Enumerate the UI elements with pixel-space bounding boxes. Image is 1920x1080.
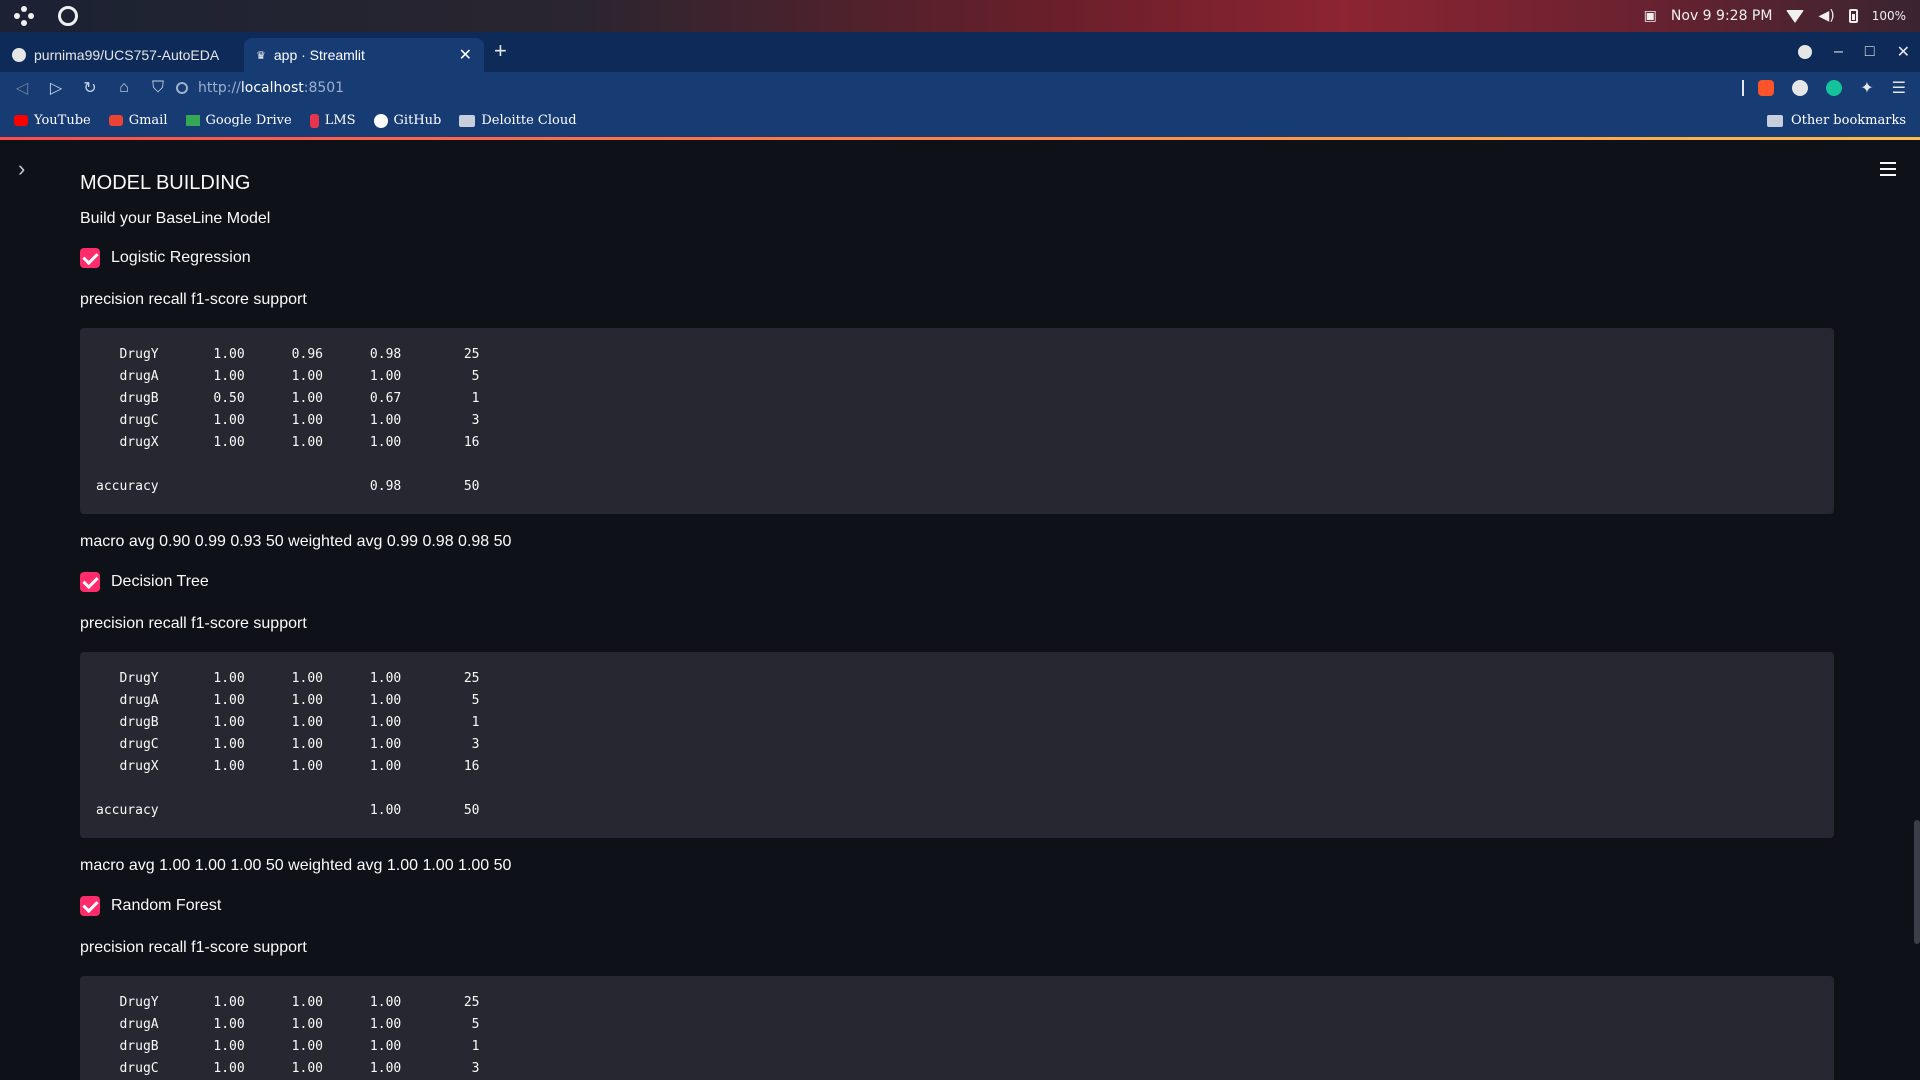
report-header: precision recall f1-score support — [80, 291, 307, 308]
screen-share-icon[interactable]: ▣ — [1644, 8, 1657, 24]
minimize-button[interactable]: – — [1834, 43, 1843, 61]
checkbox-label: Logistic Regression — [111, 249, 251, 266]
checkbox-label: Random Forest — [111, 897, 222, 914]
bookmark-label: LMS — [324, 113, 356, 128]
tab-label: purnima99/UCS757-AutoEDA — [34, 47, 220, 63]
activities-icon[interactable] — [58, 6, 78, 26]
github-icon — [12, 48, 26, 62]
checkbox-logistic-regression[interactable]: Logistic Regression — [80, 248, 251, 268]
classification-report: DrugY 1.00 1.00 1.00 25 drugA 1.00 1.00 … — [119, 995, 480, 1076]
bookmark-youtube[interactable]: YouTube — [14, 113, 91, 128]
bookmark-icon[interactable]: ⛉ — [150, 79, 166, 97]
volume-icon[interactable]: ◀) — [1818, 8, 1834, 24]
checkbox-decision-tree[interactable]: Decision Tree — [80, 572, 209, 592]
downloads-icon[interactable] — [1798, 45, 1813, 59]
browser-tab-strip: purnima99/UCS757-AutoEDA ♛ app · Streaml… — [0, 32, 1920, 72]
wifi-icon[interactable] — [1786, 9, 1805, 23]
toolbar-divider — [1742, 80, 1744, 96]
os-top-bar: ▣ Nov 9 9:28 PM ◀) 100% — [0, 0, 1920, 32]
report-footer: macro avg 0.90 0.99 0.93 50 weighted avg… — [80, 533, 512, 550]
scrollbar-thumb[interactable] — [1914, 820, 1920, 944]
youtube-icon — [14, 115, 28, 126]
report-header: precision recall f1-score support — [80, 615, 307, 632]
checkbox-random-forest[interactable]: Random Forest — [80, 896, 221, 916]
bookmark-lms[interactable]: LMS — [309, 113, 356, 128]
maximize-button[interactable]: □ — [1865, 43, 1875, 61]
streamlit-crown-icon: ♛ — [256, 49, 266, 62]
checkbox-label: Decision Tree — [111, 573, 209, 590]
app-menu-icon[interactable] — [1880, 162, 1896, 180]
grammarly-icon[interactable] — [1826, 80, 1843, 96]
google-drive-icon — [185, 115, 200, 126]
bookmark-label: GitHub — [393, 113, 442, 128]
bookmark-deloitte-cloud[interactable]: Deloitte Cloud — [459, 113, 577, 128]
bookmark-gmail[interactable]: Gmail — [108, 113, 168, 128]
brave-shield-icon[interactable] — [1758, 80, 1775, 96]
window-controls: – □ ✕ — [1798, 32, 1910, 72]
os-datetime[interactable]: Nov 9 9:28 PM — [1671, 8, 1773, 24]
back-icon[interactable]: ◁ — [14, 78, 30, 98]
sidebar-expand-icon[interactable]: › — [18, 158, 25, 180]
forward-icon[interactable]: ▷ — [48, 78, 64, 98]
battery-icon[interactable] — [1848, 9, 1858, 23]
checkbox-checked-icon[interactable] — [80, 572, 100, 592]
browser-menu-icon[interactable]: ☰ — [1892, 78, 1906, 98]
checkbox-checked-icon[interactable] — [80, 248, 100, 268]
bookmark-label: Deloitte Cloud — [481, 113, 577, 128]
gmail-icon — [108, 115, 123, 126]
other-bookmarks[interactable]: Other bookmarks — [1767, 104, 1906, 137]
reload-icon[interactable]: ↻ — [82, 78, 98, 98]
new-tab-button[interactable]: + — [494, 40, 507, 62]
extension-icon[interactable] — [1792, 80, 1809, 96]
bookmark-github[interactable]: GitHub — [373, 113, 442, 128]
other-bookmarks-label: Other bookmarks — [1791, 113, 1906, 128]
address-bar[interactable]: http://localhost:8501 — [176, 76, 344, 100]
classification-report-block: DrugY 1.00 1.00 1.00 25 drugA 1.00 1.00 … — [80, 652, 1834, 838]
folder-icon — [1767, 114, 1783, 127]
classification-report: DrugY 1.00 0.96 0.98 25 drugA 1.00 1.00 … — [96, 347, 480, 494]
report-header: precision recall f1-score support — [80, 939, 307, 956]
page-title: MODEL BUILDING — [80, 172, 251, 194]
home-icon[interactable]: ⌂ — [116, 79, 132, 97]
puzzle-extensions-icon[interactable]: ✦ — [1860, 78, 1873, 98]
tab-github[interactable]: purnima99/UCS757-AutoEDA — [0, 38, 240, 72]
github-icon — [373, 113, 388, 128]
tab-streamlit[interactable]: ♛ app · Streamlit ✕ — [244, 38, 484, 72]
browser-toolbar: ◁ ▷ ↻ ⌂ ⛉ http://localhost:8501 ✦ ☰ — [0, 72, 1920, 104]
url-text: http://localhost:8501 — [198, 80, 344, 96]
folder-icon — [459, 114, 476, 127]
close-tab-icon[interactable]: ✕ — [459, 45, 472, 65]
app-launcher-icon[interactable] — [14, 6, 34, 26]
close-window-button[interactable]: ✕ — [1897, 42, 1910, 62]
bookmark-google-drive[interactable]: Google Drive — [185, 113, 292, 128]
url-port: :8501 — [303, 80, 345, 96]
page-subtitle: Build your BaseLine Model — [80, 210, 271, 227]
classification-report: DrugY 1.00 1.00 1.00 25 drugA 1.00 1.00 … — [96, 671, 480, 818]
battery-percent: 100% — [1871, 9, 1906, 23]
bookmark-label: Gmail — [128, 113, 168, 128]
bookmarks-bar: YouTube Gmail Google Drive LMS GitHub De… — [0, 104, 1920, 140]
site-info-icon[interactable] — [176, 82, 188, 94]
tab-label: app · Streamlit — [273, 47, 365, 63]
streamlit-app: › MODEL BUILDING Build your BaseLine Mod… — [0, 140, 1920, 1080]
report-footer: macro avg 1.00 1.00 1.00 50 weighted avg… — [80, 857, 512, 874]
lms-icon — [309, 113, 319, 128]
url-host: localhost — [240, 80, 304, 96]
bookmark-label: Google Drive — [205, 113, 292, 128]
classification-report-block: DrugY 1.00 0.96 0.98 25 drugA 1.00 1.00 … — [80, 328, 1834, 514]
classification-report-block: DrugY 1.00 1.00 1.00 25 drugA 1.00 1.00 … — [80, 976, 1834, 1080]
checkbox-checked-icon[interactable] — [80, 896, 100, 916]
url-scheme: http:// — [198, 80, 241, 96]
bookmark-label: YouTube — [34, 113, 91, 128]
